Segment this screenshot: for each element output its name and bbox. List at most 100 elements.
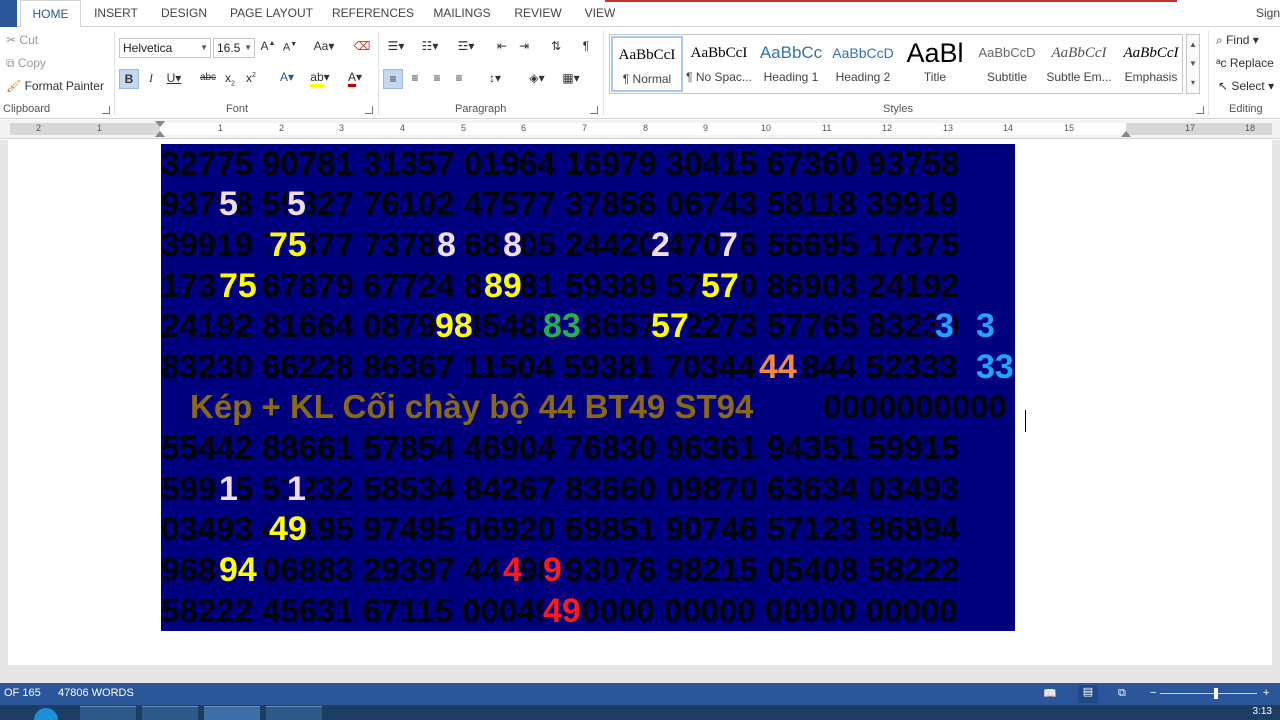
ruler-number: 4: [400, 123, 406, 133]
styles-launcher-icon[interactable]: [1196, 106, 1204, 114]
select-button[interactable]: ↖ Select ▾: [1218, 79, 1274, 93]
increase-indent-icon[interactable]: ⇥: [516, 39, 532, 53]
highlighted-number: 49: [543, 591, 581, 631]
tab-page-layout[interactable]: PAGE LAYOUT: [224, 0, 319, 27]
read-mode-icon[interactable]: 📖: [1043, 687, 1057, 700]
highlighted-number: 94: [219, 550, 257, 590]
paintbrush-icon: 🖌: [6, 79, 22, 93]
sign-in-link[interactable]: Sign: [1256, 0, 1280, 27]
subscript-button[interactable]: x2: [222, 71, 238, 87]
ruler-number: 14: [1003, 123, 1014, 133]
highlight-color-icon[interactable]: ab▾: [306, 70, 334, 87]
show-marks-icon[interactable]: ¶: [578, 39, 594, 53]
web-layout-icon[interactable]: ⧉: [1118, 687, 1126, 700]
word-taskbar-icon[interactable]: [204, 706, 260, 720]
style-preview: AaBbCc: [759, 43, 823, 62]
bold-button[interactable]: B: [119, 69, 139, 89]
highlighted-number: 98: [435, 306, 473, 346]
underline-button[interactable]: U▾: [164, 71, 184, 85]
style-emphasis[interactable]: AaBbCcI Emphasis: [1115, 36, 1187, 92]
format-painter-button[interactable]: 🖌 Format Painter: [6, 79, 104, 93]
horizontal-ruler[interactable]: 2 1 1 2 3 4 5 6 7 8 9 10 11 12 13 14 15 …: [0, 120, 1280, 139]
tab-home[interactable]: HOME: [20, 0, 81, 28]
tab-review[interactable]: REVIEW: [509, 0, 567, 27]
style-title[interactable]: AaBl Title: [899, 36, 971, 92]
superscript-button[interactable]: x2: [243, 71, 259, 85]
sort-icon[interactable]: ⇅: [547, 39, 565, 53]
status-bar: OF 165 47806 WORDS 📖 ▤ ⧉ − +: [0, 683, 1280, 705]
font-name-combo[interactable]: Helvetica ▼: [119, 38, 211, 58]
internet-explorer-icon[interactable]: [34, 708, 58, 720]
print-layout-icon[interactable]: ▤: [1078, 685, 1098, 703]
replace-button[interactable]: ᵃc Replace: [1216, 56, 1274, 70]
ruler-margin-left: [10, 123, 160, 135]
tab-view[interactable]: VIEW: [578, 0, 622, 27]
zoom-in-icon[interactable]: +: [1263, 687, 1269, 699]
align-left-button[interactable]: ≡: [383, 69, 403, 89]
group-divider: [603, 31, 604, 115]
highlighted-number: 2: [651, 225, 670, 265]
text-effects-icon[interactable]: A▾: [274, 70, 300, 84]
shrink-font-icon[interactable]: A▼: [281, 41, 299, 54]
find-button[interactable]: ⌕ Find ▾: [1216, 33, 1259, 48]
first-line-indent-marker[interactable]: [155, 121, 165, 127]
style-name: Heading 2: [835, 70, 891, 84]
copy-icon: ⧉: [6, 56, 15, 70]
cut-button[interactable]: ✂ Cut: [6, 33, 38, 47]
font-color-icon[interactable]: A▾: [341, 70, 369, 87]
style-preview: AaBl: [906, 38, 964, 68]
style-preview: AaBbCcI: [1123, 45, 1179, 61]
word-count[interactable]: 47806 WORDS: [58, 687, 134, 699]
taskbar-app-icon[interactable]: [142, 706, 198, 720]
style-name: Title: [923, 70, 947, 84]
font-size-combo[interactable]: 16.5 ▼: [213, 38, 255, 58]
style-heading-2[interactable]: AaBbCcD Heading 2: [827, 36, 899, 92]
replace-label: Replace: [1229, 56, 1274, 70]
italic-button[interactable]: I: [143, 71, 159, 86]
style-no-spacing[interactable]: AaBbCcI ¶ No Spac...: [683, 36, 755, 92]
document-page[interactable]: 32775 90781 31357 01964 16979 30415 6736…: [8, 140, 1272, 665]
chrome-icon[interactable]: [266, 706, 322, 720]
tab-mailings[interactable]: MAILINGS: [426, 0, 498, 27]
clear-formatting-icon[interactable]: ⌫: [352, 39, 372, 53]
tab-design[interactable]: DESIGN: [155, 0, 213, 27]
borders-icon[interactable]: ▦▾: [558, 71, 584, 85]
change-case-icon[interactable]: Aa▾: [309, 39, 339, 53]
file-tab[interactable]: [0, 0, 17, 27]
hanging-indent-marker[interactable]: [155, 131, 165, 137]
style-normal[interactable]: AaBbCcI ¶ Normal: [611, 36, 683, 92]
bullets-icon[interactable]: ☰▾: [384, 39, 408, 53]
paragraph-group-label: Paragraph: [455, 103, 507, 115]
style-heading-1[interactable]: AaBbCc Heading 1: [755, 36, 827, 92]
styles-gallery-scroll[interactable]: ▲ ▼ ▾: [1186, 34, 1200, 94]
decrease-indent-icon[interactable]: ⇤: [494, 39, 510, 53]
multilevel-list-icon[interactable]: ☲▾: [452, 39, 480, 53]
grow-font-icon[interactable]: A▲: [259, 39, 277, 53]
style-subtitle[interactable]: AaBbCcD Subtitle: [971, 36, 1043, 92]
style-preview: AaBbCcD: [978, 45, 1036, 60]
file-explorer-icon[interactable]: [80, 706, 136, 720]
numbering-icon[interactable]: ☷▾: [418, 39, 442, 53]
lottery-number-image[interactable]: 32775 90781 31357 01964 16979 30415 6736…: [161, 144, 1015, 631]
strikethrough-button[interactable]: abc: [197, 72, 219, 83]
right-indent-marker[interactable]: [1121, 131, 1131, 137]
copy-button[interactable]: ⧉ Copy: [6, 56, 46, 71]
align-center-button[interactable]: ≡: [407, 71, 423, 85]
paragraph-launcher-icon[interactable]: [590, 106, 598, 114]
line-spacing-icon[interactable]: ↕▾: [482, 71, 508, 85]
style-subtle-emphasis[interactable]: AaBbCcI Subtle Em...: [1043, 36, 1115, 92]
highlighted-number: 44: [759, 347, 797, 387]
zoom-slider-track[interactable]: [1160, 693, 1257, 694]
zoom-out-icon[interactable]: −: [1150, 687, 1156, 699]
shading-icon[interactable]: ◈▾: [524, 71, 550, 85]
align-right-button[interactable]: ≡: [429, 71, 445, 85]
highlighted-number: 33: [976, 347, 1014, 387]
tab-insert[interactable]: INSERT: [87, 0, 145, 27]
zoom-slider-thumb[interactable]: [1214, 688, 1218, 699]
page-count[interactable]: OF 165: [4, 687, 41, 699]
justify-button[interactable]: ≡: [451, 71, 467, 85]
font-launcher-icon[interactable]: [365, 106, 373, 114]
tab-references[interactable]: REFERENCES: [331, 0, 415, 27]
clipboard-launcher-icon[interactable]: [102, 106, 110, 114]
clipboard-group-label: Clipboard: [3, 103, 51, 115]
